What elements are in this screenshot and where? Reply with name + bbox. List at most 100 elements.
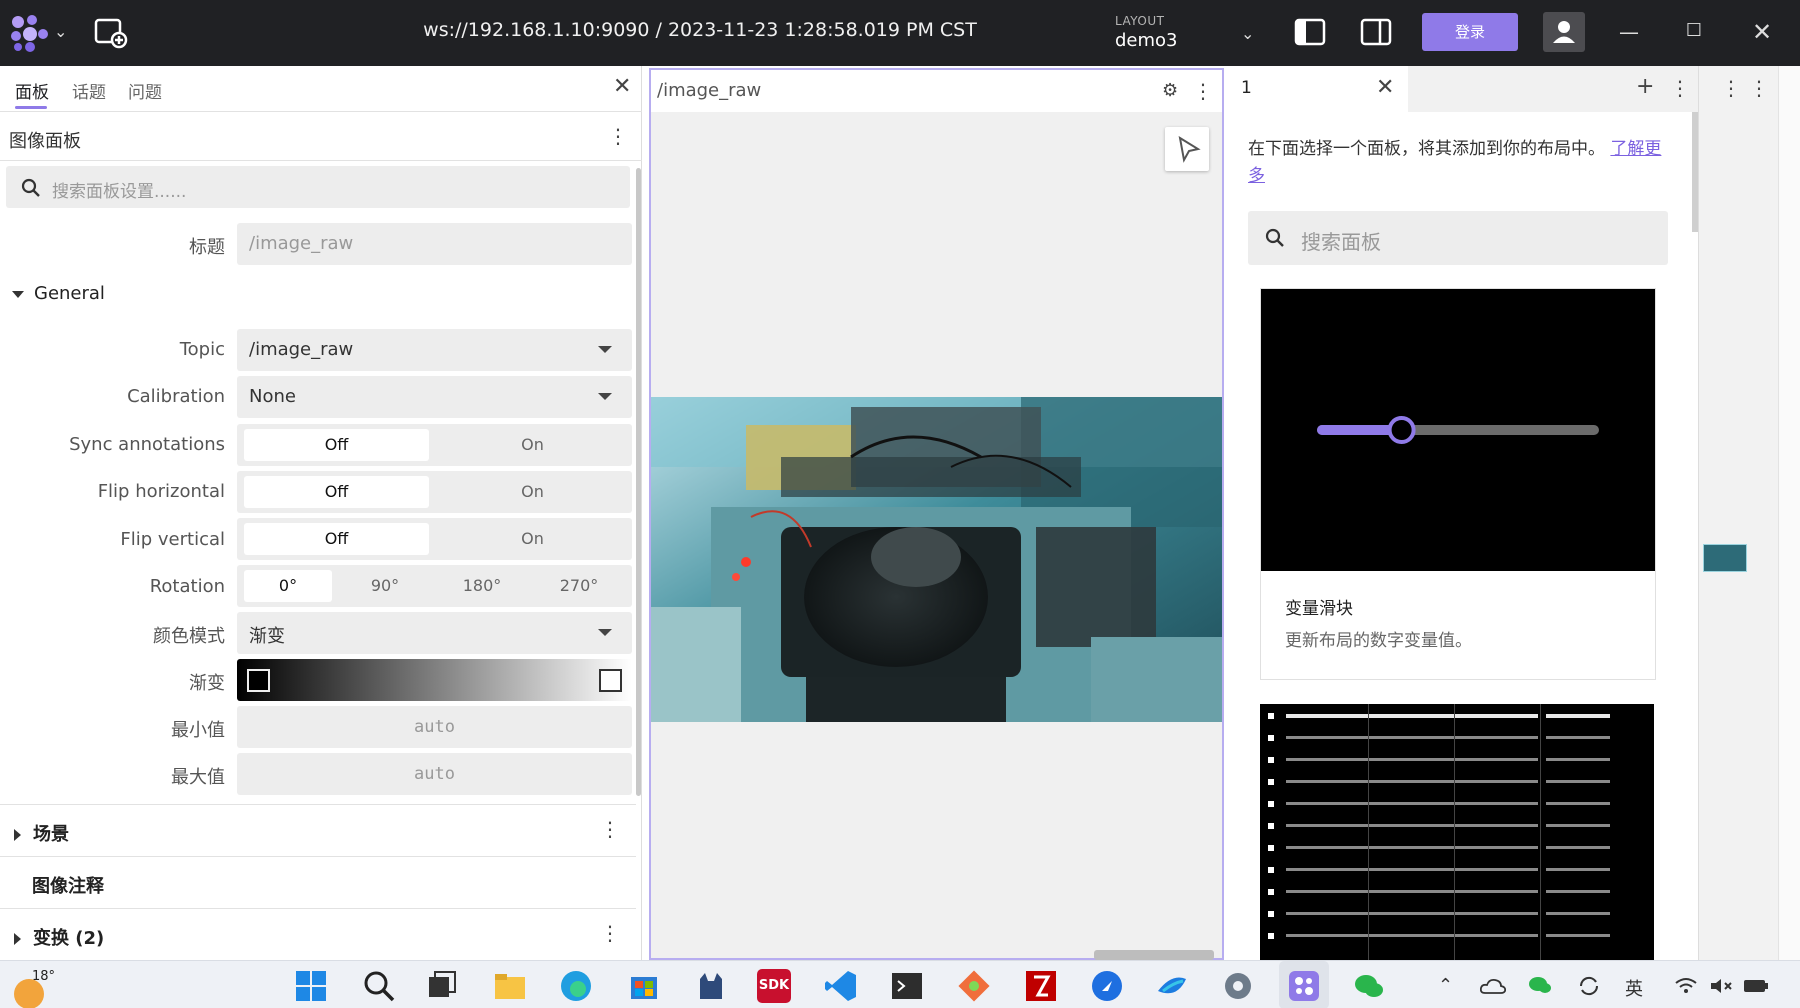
wifi-icon[interactable] <box>1674 977 1698 995</box>
layout-chevron-down-icon[interactable]: ⌄ <box>1241 24 1254 43</box>
rotation-180[interactable]: 180° <box>438 570 526 602</box>
table-panel-card[interactable] <box>1260 704 1656 960</box>
weather-widget[interactable]: 18° <box>14 967 55 1008</box>
image-panel-title[interactable]: /image_raw <box>657 80 761 101</box>
filezilla-icon[interactable] <box>1024 969 1058 1003</box>
panel-settings-title: 图像面板 <box>9 131 81 152</box>
flip-vertical-on[interactable]: On <box>440 523 625 555</box>
git-app-icon[interactable] <box>957 969 991 1003</box>
windows-start-icon[interactable] <box>294 969 328 1003</box>
topic-select[interactable]: /image_raw <box>237 329 632 371</box>
variable-slider-card[interactable]: 变量滑块 更新布局的数字变量值。 <box>1260 288 1656 680</box>
intro-text: 在下面选择一个面板，将其添加到你的布局中。 <box>1248 139 1605 159</box>
flip-horizontal-on[interactable]: On <box>440 476 625 508</box>
close-sidebar-button[interactable]: ✕ <box>613 74 631 99</box>
right-tabs: 1 ✕ + ⋮ <box>1226 66 1698 112</box>
sync-annotations-label: Sync annotations <box>69 434 225 455</box>
rotation-270[interactable]: 270° <box>535 570 623 602</box>
calibration-select[interactable]: None <box>237 376 632 418</box>
search-icon <box>1265 228 1284 247</box>
sdk-manager-icon[interactable]: SDK <box>757 969 791 1003</box>
gear-icon[interactable]: ⚙ <box>1162 80 1178 101</box>
wechat-icon[interactable] <box>1352 969 1386 1003</box>
image-panel-scrollbar[interactable] <box>1094 950 1214 960</box>
wechat-tray-icon[interactable] <box>1528 975 1552 995</box>
user-avatar-icon[interactable] <box>1543 12 1585 52</box>
volume-muted-icon[interactable] <box>1709 977 1733 995</box>
task-view-icon[interactable] <box>425 969 459 1003</box>
sync-annotations-off[interactable]: Off <box>244 429 429 461</box>
feishu-icon[interactable] <box>1090 969 1124 1003</box>
gradient-picker <box>237 659 632 701</box>
transforms-menu-icon[interactable]: ⋮ <box>600 923 620 943</box>
max-value-label: 最大值 <box>171 767 225 788</box>
search-icon[interactable] <box>362 969 396 1003</box>
scene-menu-icon[interactable]: ⋮ <box>600 819 620 839</box>
login-button[interactable]: 登录 <box>1422 13 1518 51</box>
terminal-icon[interactable] <box>890 969 924 1003</box>
sidebar-scrollbar[interactable] <box>636 168 641 796</box>
gradient-label: 渐变 <box>189 673 225 694</box>
sync-refresh-icon[interactable] <box>1577 974 1601 998</box>
right-sidebar-toggle-icon[interactable] <box>1360 18 1392 46</box>
layout-name[interactable]: demo3 <box>1115 30 1178 51</box>
panel-menu-icon[interactable]: ⋮ <box>1193 81 1213 101</box>
edge-browser-icon[interactable] <box>559 969 593 1003</box>
general-section-label: General <box>34 283 105 304</box>
panel-search-input[interactable]: 搜索面板 <box>1248 211 1668 265</box>
dropdown-caret-icon <box>598 629 612 636</box>
battery-icon[interactable] <box>1743 977 1769 995</box>
flip-vertical-toggle: Off On <box>237 518 632 560</box>
tab-1-label: 1 <box>1241 78 1252 98</box>
variable-slider-description: 更新布局的数字变量值。 <box>1285 631 1472 651</box>
sync-annotations-on[interactable]: On <box>440 429 625 461</box>
lark-bird-icon[interactable] <box>1155 969 1189 1003</box>
flip-vertical-off[interactable]: Off <box>244 523 429 555</box>
microsoft-store-icon[interactable] <box>627 969 661 1003</box>
image-annotations-section[interactable]: 图像注释 <box>0 856 636 908</box>
image-thumbnail-icon <box>1703 544 1747 572</box>
max-value-input[interactable]: auto <box>237 753 632 795</box>
transforms-section-label: 变换 (2) <box>33 928 105 949</box>
close-tab-icon[interactable]: ✕ <box>1376 75 1394 100</box>
onedrive-cloud-icon[interactable] <box>1480 977 1506 995</box>
settings-search-input[interactable]: 搜索面板设置...... <box>6 166 630 208</box>
tab-panels[interactable]: 面板 <box>15 78 49 103</box>
file-explorer-icon[interactable] <box>493 969 527 1003</box>
flip-horizontal-off[interactable]: Off <box>244 476 429 508</box>
add-tab-icon[interactable]: + <box>1636 74 1654 99</box>
panel-menu-icon[interactable]: ⋮ <box>1721 78 1741 98</box>
panel-settings-menu-icon[interactable]: ⋮ <box>608 126 628 146</box>
cat-app-icon[interactable] <box>694 969 728 1003</box>
transforms-section[interactable]: 变换 (2) ⋮ <box>0 908 636 960</box>
gradient-end-swatch[interactable] <box>599 669 622 692</box>
tab-topics[interactable]: 话题 <box>72 78 106 103</box>
window-close-button[interactable]: ✕ <box>1748 18 1776 46</box>
scene-section[interactable]: 场景 ⋮ <box>0 804 636 856</box>
tabs-menu-icon[interactable]: ⋮ <box>1670 78 1690 98</box>
color-mode-select[interactable]: 渐变 <box>237 612 632 654</box>
tab-problems[interactable]: 问题 <box>128 78 162 103</box>
interaction-mode-button[interactable] <box>1165 127 1209 171</box>
add-panel-intro: 在下面选择一个面板，将其添加到你的布局中。 了解更多 <box>1248 136 1668 190</box>
add-panel-sidebar: 1 ✕ + ⋮ 在下面选择一个面板，将其添加到你的布局中。 了解更多 搜索面板 … <box>1226 66 1698 960</box>
gradient-start-swatch[interactable] <box>247 669 270 692</box>
rotation-90[interactable]: 90° <box>341 570 429 602</box>
settings-gear-icon[interactable] <box>1221 969 1255 1003</box>
ime-language-indicator[interactable]: 英 <box>1625 975 1643 1001</box>
window-maximize-button[interactable]: ☐ <box>1680 20 1708 48</box>
rotation-0[interactable]: 0° <box>244 570 332 602</box>
left-sidebar-toggle-icon[interactable] <box>1294 18 1326 46</box>
vscode-icon[interactable] <box>824 969 858 1003</box>
tray-overflow-chevron-icon[interactable]: ⌃ <box>1438 975 1453 996</box>
camera-image[interactable] <box>651 397 1222 722</box>
min-value-input[interactable]: auto <box>237 706 632 748</box>
flip-horizontal-toggle: Off On <box>237 471 632 513</box>
tab-1[interactable]: 1 ✕ <box>1226 66 1408 112</box>
window-minimize-button[interactable]: — <box>1615 20 1643 48</box>
panel-menu-icon[interactable]: ⋮ <box>1749 78 1769 98</box>
foxglove-app-icon[interactable] <box>1287 969 1321 1003</box>
title-field[interactable]: /image_raw <box>237 223 632 265</box>
general-section-toggle[interactable]: General <box>12 283 105 304</box>
color-mode-label: 颜色模式 <box>153 626 225 647</box>
